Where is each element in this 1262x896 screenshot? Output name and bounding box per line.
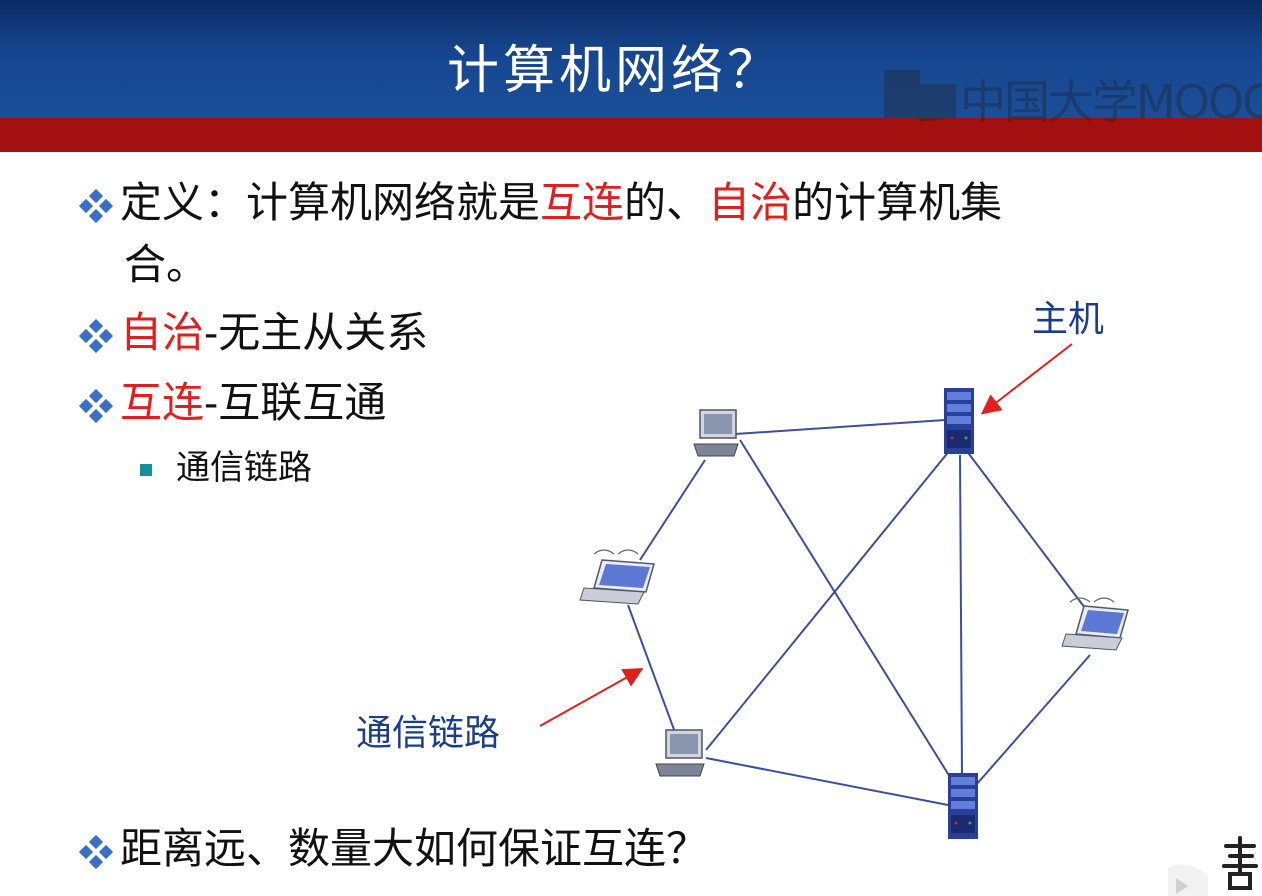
server-icon bbox=[948, 773, 978, 839]
host-pointer-arrow bbox=[980, 343, 1073, 415]
link-label: 通信链路 bbox=[356, 713, 501, 754]
link-laptop1-desktop2 bbox=[627, 604, 677, 736]
desktop-computer-icon bbox=[693, 409, 739, 457]
desktop-computer-icon bbox=[655, 729, 705, 777]
link-desktop1-server2 bbox=[739, 439, 956, 786]
link-desktop2-server2 bbox=[705, 757, 949, 806]
link-desktop1-laptop1 bbox=[639, 459, 706, 561]
link-pointer-arrow bbox=[539, 668, 644, 727]
host-label: 主机 bbox=[1032, 299, 1105, 340]
wireless-laptop-icon bbox=[1061, 597, 1129, 651]
wireless-laptop-icon bbox=[579, 549, 655, 605]
link-desktop1-server1 bbox=[734, 419, 946, 435]
link-desktop2-server1 bbox=[705, 449, 951, 751]
link-server1-laptop2 bbox=[965, 449, 1086, 609]
server-host-icon bbox=[944, 388, 974, 454]
link-server1-server2 bbox=[959, 454, 963, 776]
corner-logo-icon bbox=[1168, 836, 1258, 896]
network-diagram bbox=[539, 343, 1129, 839]
link-laptop2-server2 bbox=[975, 654, 1091, 786]
